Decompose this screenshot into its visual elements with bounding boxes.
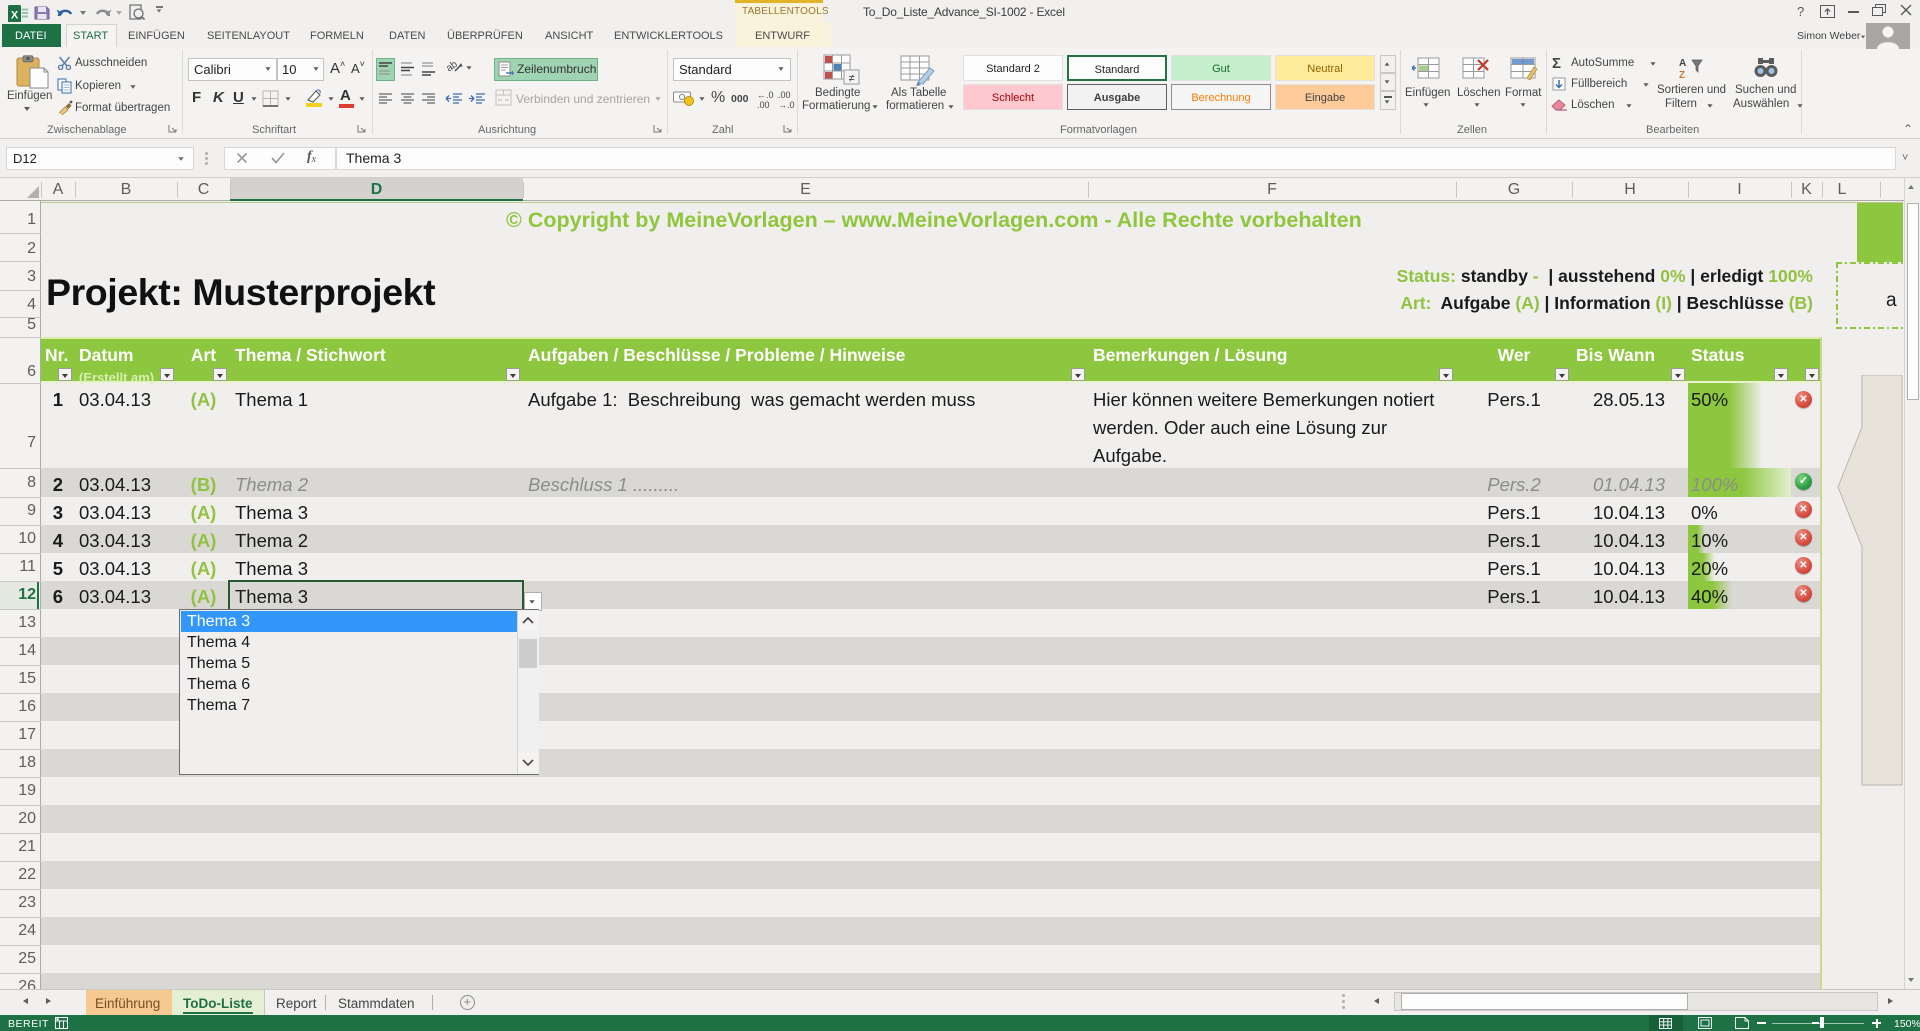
svg-text:ab: ab (447, 59, 460, 74)
svg-text:A: A (1679, 58, 1686, 69)
svg-text:Z: Z (1679, 70, 1685, 80)
svg-text:≠: ≠ (848, 73, 854, 85)
svg-text:X: X (11, 10, 19, 22)
